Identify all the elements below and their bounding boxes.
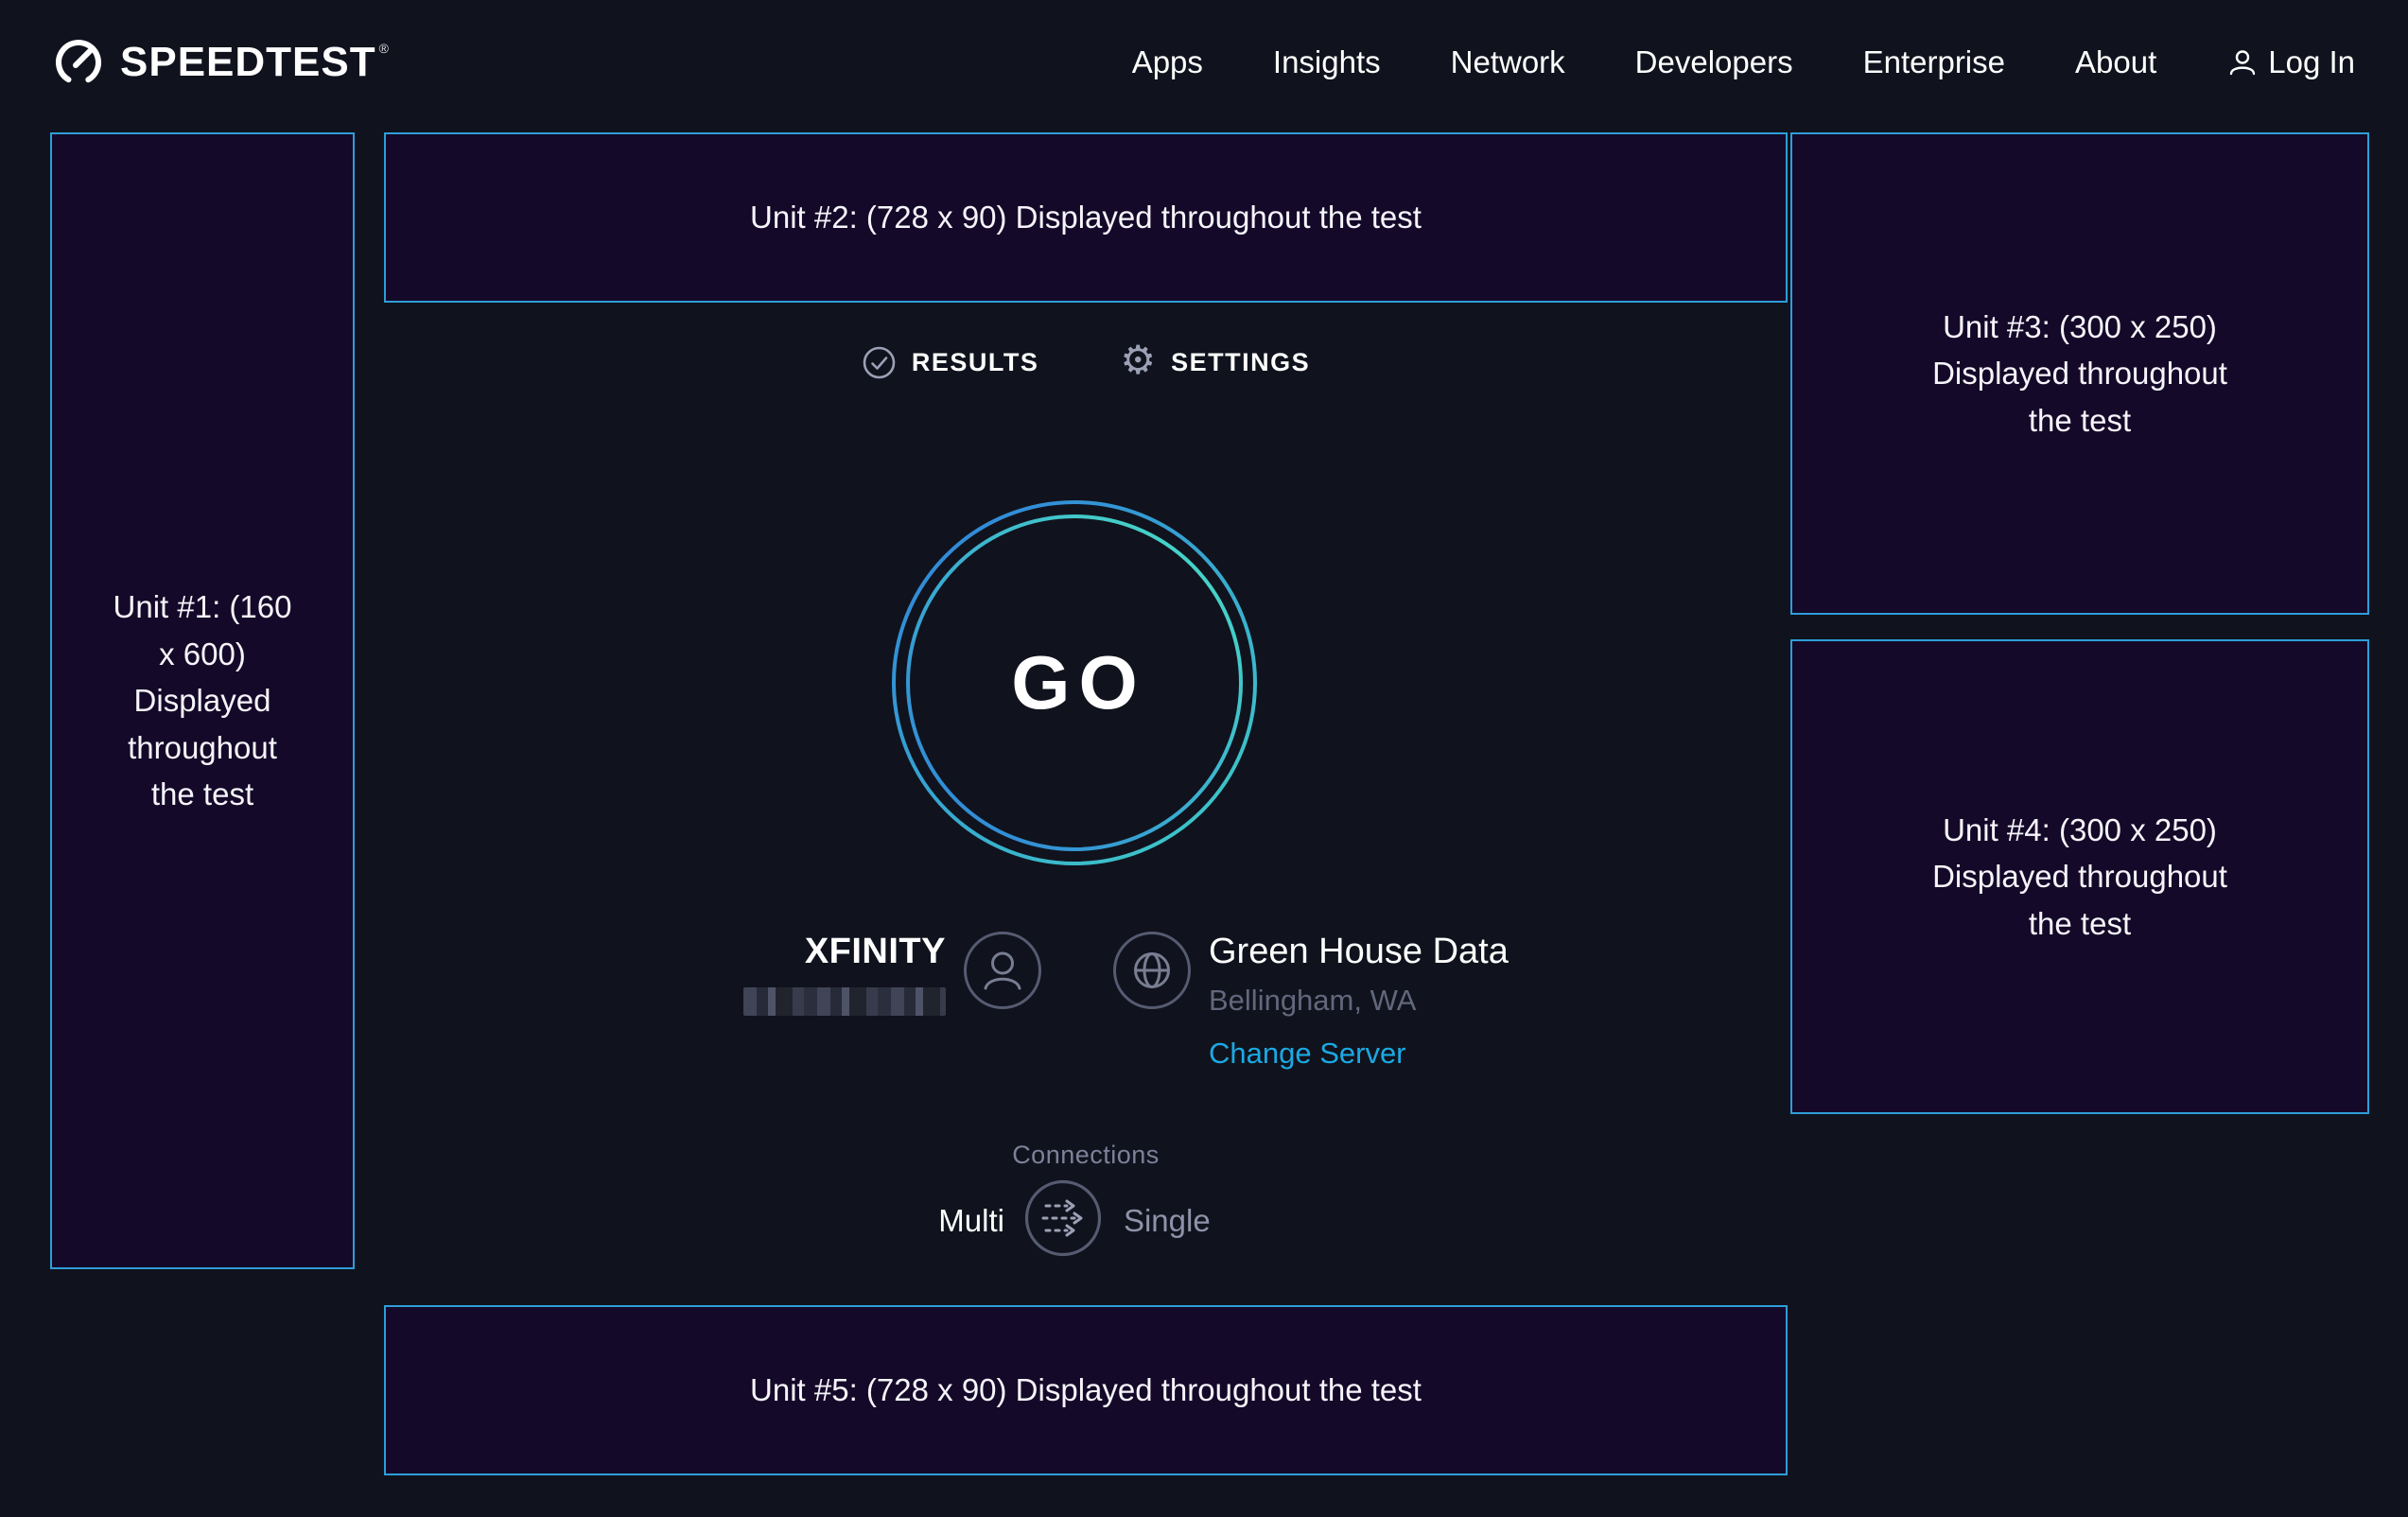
isp-avatar-icon [963, 931, 1042, 1010]
ad-unit-2-text: Unit #2: (728 x 90) Displayed throughout… [750, 194, 1422, 241]
server-name: Green House Data [1209, 931, 1509, 972]
go-button-label: GO [890, 498, 1259, 867]
ad-unit-5-text: Unit #5: (728 x 90) Displayed throughout… [750, 1367, 1422, 1414]
tab-results[interactable]: RESULTS [862, 345, 1039, 380]
change-server-link[interactable]: Change Server [1209, 1037, 1406, 1071]
go-button[interactable]: GO [890, 498, 1259, 867]
server-info: Green House Data Bellingham, WA Change S… [1209, 931, 1509, 1071]
tabs-row: RESULTS ⚙ SETTINGS [384, 342, 1788, 382]
speedtest-page: SPEEDTEST ® Apps Insights Network Develo… [0, 0, 2408, 1517]
tab-settings[interactable]: ⚙ SETTINGS [1120, 342, 1310, 382]
ad-unit-3-text: Unit #3: (300 x 250) Displayed throughou… [1914, 304, 2245, 445]
ad-unit-2-leaderboard[interactable]: Unit #2: (728 x 90) Displayed throughout… [384, 132, 1788, 303]
isp-server-row: XFINITY Green House Data Bellingham, WA … [742, 931, 1509, 1071]
logo-trademark: ® [379, 41, 390, 56]
speedtest-logo[interactable]: SPEEDTEST ® [52, 36, 390, 89]
ad-unit-4-text: Unit #4: (300 x 250) Displayed throughou… [1914, 807, 2245, 948]
isp-info: XFINITY [742, 931, 946, 1016]
ad-unit-1-skyscraper[interactable]: Unit #1: (160 x 600) Displayed throughou… [50, 132, 355, 1269]
connections-toggle-icon[interactable] [1023, 1178, 1103, 1263]
isp-address-redacted [743, 987, 946, 1016]
nav-item-apps[interactable]: Apps [1132, 44, 1203, 80]
connections-single-option[interactable]: Single [1124, 1203, 1211, 1239]
login-label: Log In [2268, 44, 2355, 80]
connections-row: Multi Single [373, 1178, 1776, 1263]
speedometer-gauge-icon [52, 36, 105, 89]
connections-label: Connections [384, 1141, 1788, 1170]
check-circle-icon [862, 345, 897, 380]
user-icon [2226, 46, 2259, 78]
globe-icon [1112, 931, 1192, 1010]
ad-unit-3-rectangle[interactable]: Unit #3: (300 x 250) Displayed throughou… [1790, 132, 2369, 615]
ad-unit-5-leaderboard[interactable]: Unit #5: (728 x 90) Displayed throughout… [384, 1305, 1788, 1475]
tab-settings-label: SETTINGS [1171, 348, 1310, 377]
connections-multi-option[interactable]: Multi [938, 1203, 1004, 1239]
login-button[interactable]: Log In [2226, 44, 2355, 80]
nav-item-developers[interactable]: Developers [1635, 44, 1793, 80]
main-nav: Apps Insights Network Developers Enterpr… [1132, 44, 2355, 80]
tab-results-label: RESULTS [912, 348, 1039, 377]
server-location: Bellingham, WA [1209, 984, 1416, 1018]
logo-wordmark: SPEEDTEST [120, 39, 376, 86]
nav-item-about[interactable]: About [2075, 44, 2156, 80]
isp-name: XFINITY [805, 931, 946, 972]
nav-item-insights[interactable]: Insights [1273, 44, 1381, 80]
header: SPEEDTEST ® Apps Insights Network Develo… [0, 0, 2408, 125]
nav-item-network[interactable]: Network [1451, 44, 1565, 80]
ad-unit-1-text: Unit #1: (160 x 600) Displayed throughou… [111, 584, 295, 818]
nav-item-enterprise[interactable]: Enterprise [1863, 44, 2005, 80]
gear-icon: ⚙ [1120, 340, 1156, 380]
ad-unit-4-rectangle[interactable]: Unit #4: (300 x 250) Displayed throughou… [1790, 639, 2369, 1114]
